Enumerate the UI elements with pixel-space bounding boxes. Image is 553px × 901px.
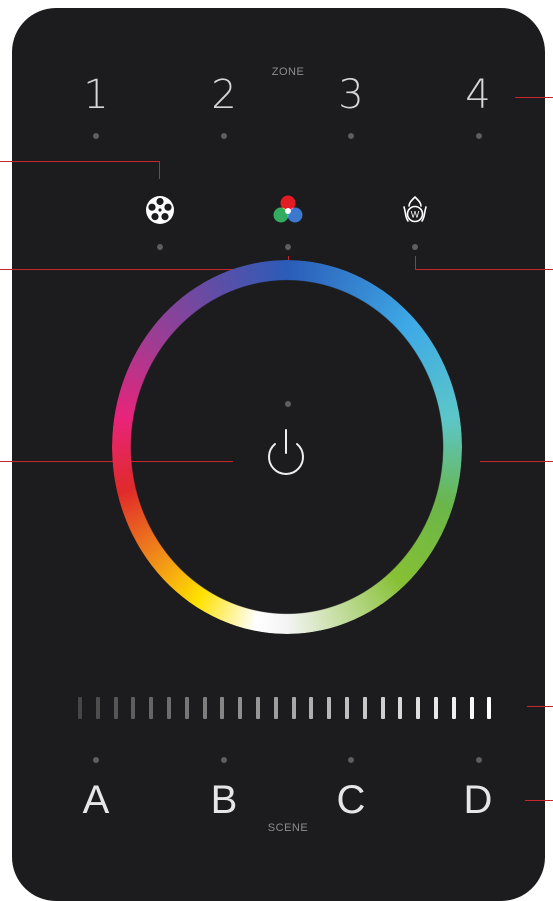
zone-button-2[interactable]: 2 — [194, 72, 254, 118]
brightness-segment[interactable] — [202, 697, 207, 719]
brightness-segment[interactable] — [345, 697, 349, 719]
brightness-segment[interactable] — [95, 697, 100, 719]
callout-line-colorwheel-h — [0, 161, 160, 162]
zone-indicator-3 — [348, 133, 354, 139]
scene-button-c[interactable]: C — [321, 778, 381, 823]
white-mode-glyph: W — [411, 210, 420, 220]
power-icon — [268, 429, 304, 475]
brightness-segment[interactable] — [434, 697, 438, 719]
brightness-segment[interactable] — [220, 697, 225, 719]
brightness-segment[interactable] — [416, 697, 421, 719]
scene-indicator-d — [476, 757, 482, 763]
rgb-circles-icon[interactable] — [271, 193, 303, 225]
scene-button-a[interactable]: A — [66, 778, 126, 823]
zone-indicator-4 — [476, 133, 482, 139]
callout-line-ring — [480, 461, 553, 462]
brightness-segment[interactable] — [398, 697, 403, 719]
callout-line-scene — [525, 800, 553, 801]
brightness-segment[interactable] — [131, 697, 136, 719]
brightness-segment[interactable] — [362, 697, 367, 719]
zone-button-3[interactable]: 3 — [321, 72, 381, 118]
callout-line-colorwheel-v — [159, 161, 160, 179]
brightness-segment[interactable] — [78, 697, 82, 719]
brightness-segment[interactable] — [327, 697, 332, 719]
mode-indicator-white — [412, 244, 418, 250]
film-reel-icon[interactable] — [144, 194, 176, 226]
brightness-segment[interactable] — [451, 697, 456, 719]
brightness-segment[interactable] — [291, 697, 296, 719]
brightness-segment[interactable] — [149, 697, 154, 719]
scene-indicator-b — [221, 757, 227, 763]
brightness-segment[interactable] — [167, 697, 171, 719]
brightness-segment[interactable] — [487, 697, 492, 719]
brightness-segment[interactable] — [469, 697, 474, 719]
mode-indicator-colorwheel — [157, 244, 163, 250]
brightness-segment[interactable] — [309, 697, 314, 719]
brightness-segment[interactable] — [113, 697, 118, 719]
scene-indicator-c — [348, 757, 354, 763]
callout-line-zone — [515, 97, 553, 98]
zone-indicator-2 — [221, 133, 227, 139]
zone-label: ZONE — [271, 66, 305, 78]
callout-line-slider — [527, 706, 553, 707]
brightness-segment[interactable] — [238, 697, 243, 719]
brightness-segment[interactable] — [380, 697, 385, 719]
brightness-segment[interactable] — [184, 697, 189, 719]
scene-button-b[interactable]: B — [194, 778, 254, 823]
zone-indicator-1 — [93, 133, 99, 139]
zone-button-4[interactable]: 4 — [448, 72, 508, 118]
power-indicator — [285, 401, 291, 407]
brightness-slider[interactable] — [78, 697, 498, 719]
white-w-icon[interactable]: W — [398, 193, 430, 225]
scene-indicator-a — [93, 757, 99, 763]
zone-button-1[interactable]: 1 — [66, 72, 126, 118]
power-button[interactable] — [256, 425, 316, 485]
scene-button-d[interactable]: D — [448, 778, 508, 823]
mode-indicator-rgb — [285, 244, 291, 250]
scene-label: SCENE — [267, 822, 309, 834]
brightness-segment[interactable] — [256, 697, 260, 719]
brightness-segment[interactable] — [273, 697, 278, 719]
